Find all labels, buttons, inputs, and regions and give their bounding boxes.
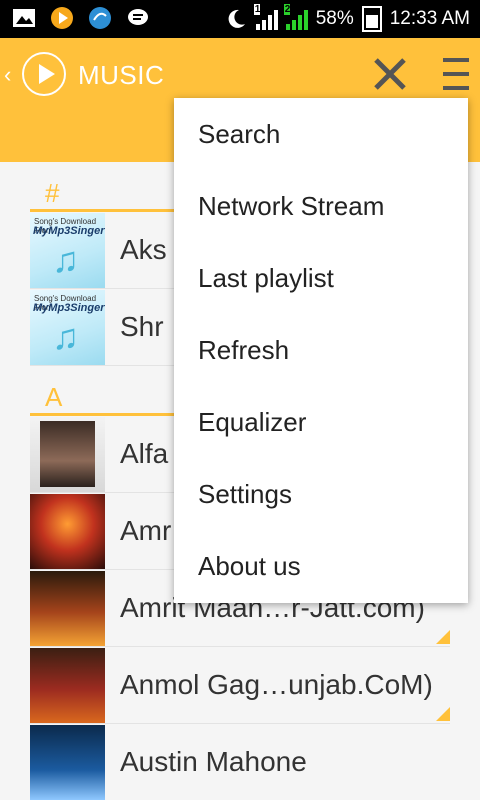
- album-thumbnail: [30, 648, 105, 723]
- status-left-icons: [12, 6, 150, 30]
- album-thumbnail: [30, 571, 105, 646]
- menu-item-refresh[interactable]: Refresh: [174, 314, 468, 386]
- artist-name: Anmol Gag…unjab.CoM): [120, 669, 433, 700]
- album-thumbnail: [30, 725, 105, 800]
- album-thumbnail: [30, 494, 105, 569]
- signal-icon-sim2: 2: [283, 4, 308, 30]
- status-time: 12:33 AM: [389, 8, 470, 29]
- artist-name: Amr: [120, 515, 172, 546]
- sim1-badge: 1: [253, 4, 261, 15]
- corner-marker-icon[interactable]: [436, 707, 450, 721]
- section-header-label: #: [45, 178, 60, 208]
- menu-item-equalizer[interactable]: Equalizer: [174, 386, 468, 458]
- play-logo-icon[interactable]: [22, 52, 66, 96]
- close-icon[interactable]: [372, 56, 408, 92]
- music-play-icon: [50, 6, 74, 30]
- menu-icon[interactable]: [443, 58, 469, 90]
- gallery-icon: [12, 6, 36, 30]
- artist-name: Austin Mahone: [120, 746, 307, 777]
- battery-icon: [361, 6, 382, 32]
- chevron-left-icon[interactable]: ‹: [4, 62, 11, 88]
- album-thumbnail: Song's Download From MyMp3Singer ♫: [30, 213, 105, 288]
- music-note-icon: ♫: [52, 239, 79, 280]
- battery-percent: 58%: [315, 8, 354, 29]
- corner-marker-icon[interactable]: [436, 630, 450, 644]
- menu-item-last-playlist[interactable]: Last playlist: [174, 242, 468, 314]
- music-note-icon: ♫: [52, 316, 79, 357]
- signal-icon: 1: [253, 4, 278, 30]
- thumb-brand-text: MyMp3Singer: [33, 302, 105, 314]
- status-right-icons: 1 2 58% 12:33 AM: [224, 0, 470, 38]
- menu-item-about-us[interactable]: About us: [174, 530, 468, 602]
- artist-name: Shr: [120, 311, 164, 342]
- browser-icon: [88, 6, 112, 30]
- menu-item-network-stream[interactable]: Network Stream: [174, 170, 468, 242]
- page-title: MUSIC: [78, 60, 165, 90]
- artist-name: Alfa: [120, 438, 169, 469]
- status-bar: 1 2 58% 12:33 AM: [0, 0, 480, 38]
- sim2-badge: 2: [283, 4, 291, 15]
- album-thumbnail: Song's Download From MyMp3Singer ♫: [30, 290, 105, 365]
- list-item[interactable]: Anmol Gag…unjab.CoM): [30, 647, 450, 724]
- message-icon: [126, 6, 150, 30]
- thumb-brand-text: MyMp3Singer: [33, 225, 105, 237]
- moon-icon: [224, 7, 248, 31]
- overflow-menu: Search Network Stream Last playlist Refr…: [174, 98, 468, 603]
- menu-item-search[interactable]: Search: [174, 98, 468, 170]
- artist-name: Aks: [120, 234, 167, 265]
- album-thumbnail: [30, 417, 105, 492]
- menu-item-settings[interactable]: Settings: [174, 458, 468, 530]
- section-header-label: A: [45, 382, 63, 412]
- list-item[interactable]: Austin Mahone: [30, 724, 450, 800]
